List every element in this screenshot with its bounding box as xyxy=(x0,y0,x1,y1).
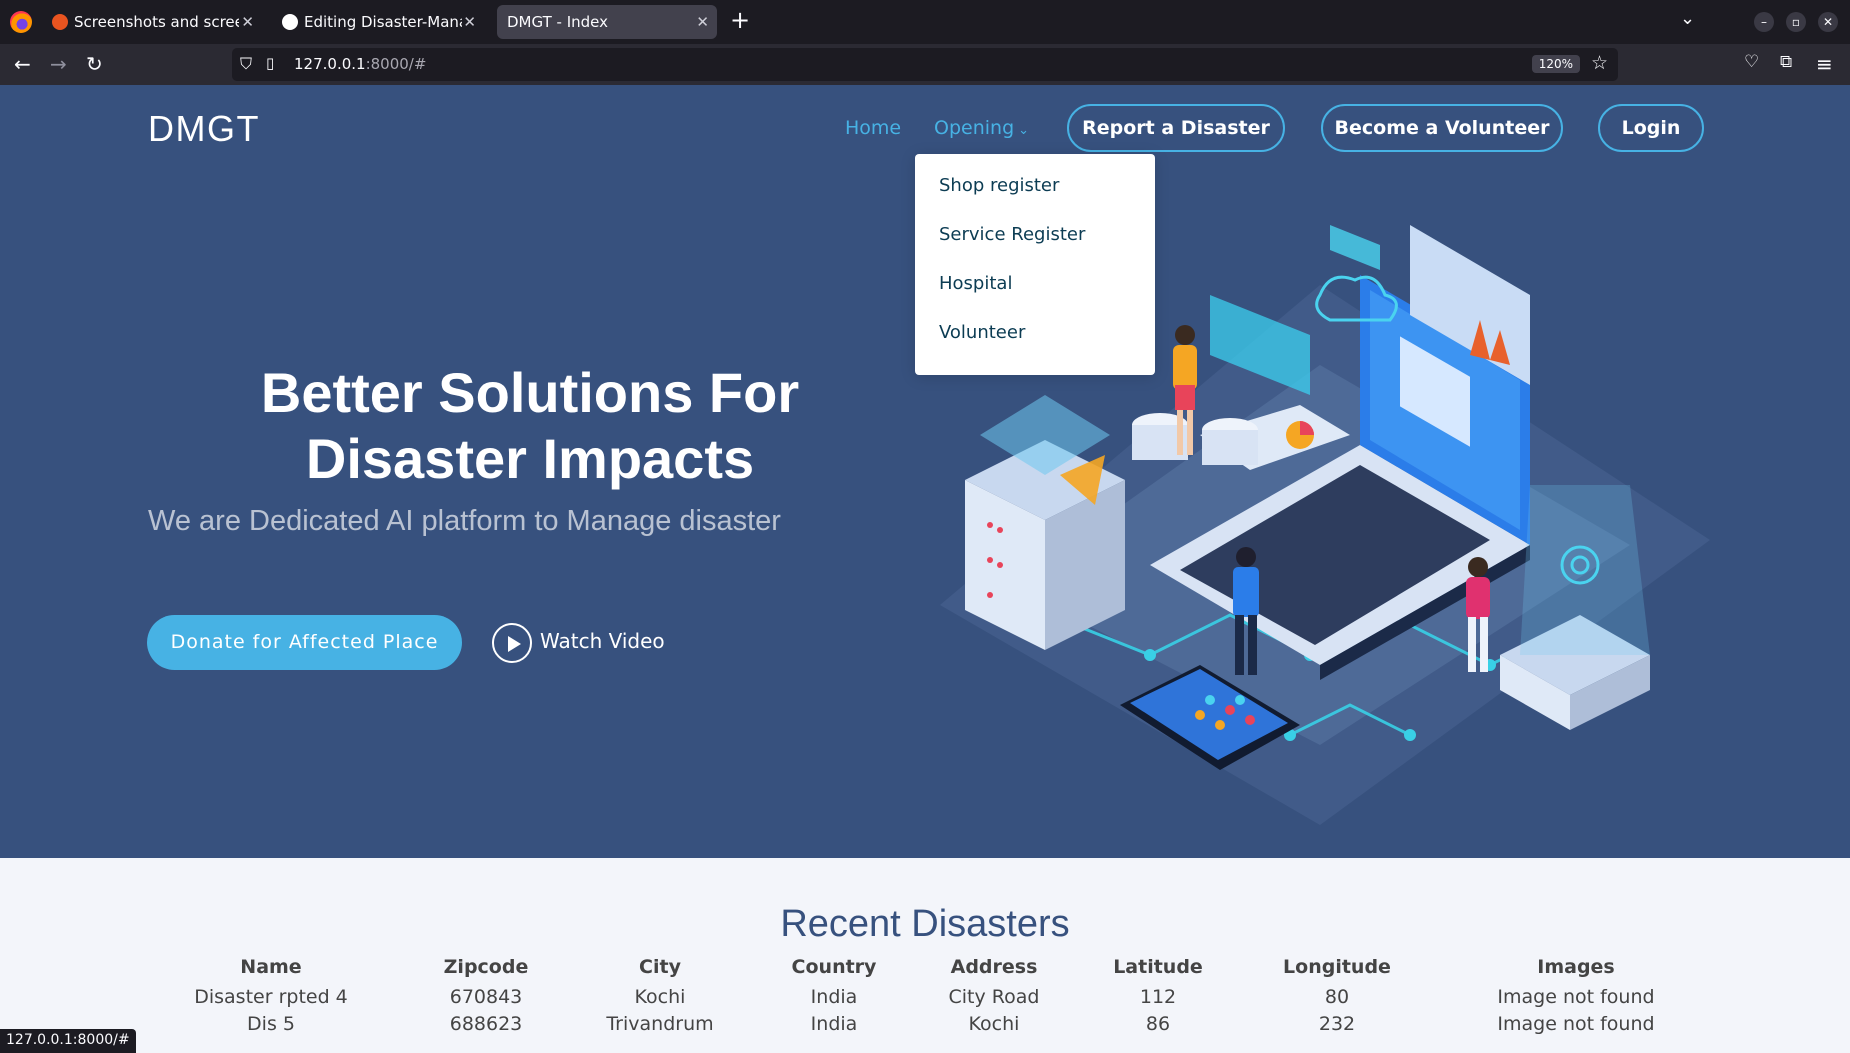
table-cell: 670843 xyxy=(449,986,523,1008)
section-title: Recent Disasters xyxy=(780,903,1070,945)
tab-label: DMGT - Index xyxy=(507,13,608,31)
table-cell: 112 xyxy=(1139,986,1177,1008)
hero-title-line-2: Disaster Impacts xyxy=(305,427,755,490)
table-cell: 232 xyxy=(1318,1013,1356,1035)
donate-button[interactable]: Donate for Affected Place xyxy=(147,615,462,670)
close-tab-icon[interactable]: ✕ xyxy=(463,5,476,39)
column-header-name: Name xyxy=(240,956,302,978)
opening-dropdown-menu: Shop register Service Register Hospital … xyxy=(915,154,1155,375)
close-tab-icon[interactable]: ✕ xyxy=(241,5,254,39)
browser-nav-bar: ← → ↻ ⛉ ▯ 127.0.0.1:8000/# 120% ☆ ♡ ⧉ ≡ xyxy=(0,44,1850,85)
table-cell: City Road xyxy=(948,986,1040,1008)
table-cell: Trivandrum xyxy=(606,1013,714,1035)
tab-label: Editing Disaster-Manager xyxy=(304,13,462,31)
nav-opening-label: Opening xyxy=(934,117,1015,139)
table-cell: Kochi xyxy=(968,1013,1020,1035)
browser-tab-bar: Screenshots and screenc ✕ Editing Disast… xyxy=(0,0,1850,44)
dropdown-item-volunteer[interactable]: Volunteer xyxy=(939,322,1025,343)
watch-video-label: Watch Video xyxy=(540,629,665,653)
table-cell: Dis 5 xyxy=(247,1013,295,1035)
url-path: :8000/# xyxy=(365,55,427,73)
status-bar-url: 127.0.0.1:8000/# xyxy=(0,1029,136,1053)
column-header-images: Images xyxy=(1537,956,1615,978)
restore-icon[interactable]: ▫ xyxy=(1786,12,1806,32)
forward-icon[interactable]: → xyxy=(50,52,67,76)
table-cell: Image not found xyxy=(1497,1013,1655,1035)
login-button[interactable]: Login xyxy=(1598,104,1704,152)
nav-opening-dropdown[interactable]: Opening ⌄ xyxy=(934,117,1029,139)
recent-disasters-section: Recent Disasters Name Zipcode City Count… xyxy=(0,858,1850,1053)
ubuntu-icon xyxy=(52,14,68,30)
hero-section: DMGT Home Opening ⌄ Report a Disaster Bec… xyxy=(0,85,1850,858)
table-cell: Disaster rpted 4 xyxy=(194,986,348,1008)
play-icon xyxy=(492,623,532,663)
chevron-down-icon: ⌄ xyxy=(1018,123,1030,138)
shield-icon[interactable]: ⛉ xyxy=(240,54,252,74)
report-disaster-button[interactable]: Report a Disaster xyxy=(1067,104,1285,152)
tab-label: Screenshots and screenc xyxy=(74,13,239,31)
column-header-address: Address xyxy=(950,956,1038,978)
browser-tab-github[interactable]: Editing Disaster-Manager ✕ xyxy=(272,5,484,39)
column-header-longitude: Longitude xyxy=(1283,956,1391,978)
minimize-icon[interactable]: – xyxy=(1754,12,1774,32)
web-page: DMGT Home Opening ⌄ Report a Disaster Bec… xyxy=(0,85,1850,1053)
browser-tab-dmgt[interactable]: DMGT - Index ✕ xyxy=(497,5,717,39)
column-header-country: Country xyxy=(791,956,877,978)
extensions-icon[interactable]: ⧉ xyxy=(1780,52,1792,72)
browser-tab-screenshots[interactable]: Screenshots and screenc ✕ xyxy=(42,5,262,39)
table-cell: Image not found xyxy=(1497,986,1655,1008)
close-tab-icon[interactable]: ✕ xyxy=(696,5,709,39)
nav-home-link[interactable]: Home xyxy=(845,117,901,139)
back-icon[interactable]: ← xyxy=(14,52,31,76)
url-host: 127.0.0.1 xyxy=(294,55,366,73)
bookmark-star-icon[interactable]: ☆ xyxy=(1591,52,1608,74)
github-icon xyxy=(282,14,298,30)
hero-title-line-1: Better Solutions For xyxy=(260,361,800,424)
dropdown-item-hospital[interactable]: Hospital xyxy=(939,273,1012,294)
reload-icon[interactable]: ↻ xyxy=(86,52,103,76)
menu-icon[interactable]: ≡ xyxy=(1816,52,1833,76)
firefox-icon[interactable] xyxy=(10,11,32,33)
table-cell: India xyxy=(810,986,858,1008)
column-header-zipcode: Zipcode xyxy=(443,956,529,978)
table-cell: India xyxy=(810,1013,858,1035)
new-tab-icon[interactable]: + xyxy=(730,6,750,34)
url-bar[interactable]: ⛉ ▯ 127.0.0.1:8000/# 120% ☆ xyxy=(232,48,1618,81)
table-cell: Kochi xyxy=(634,986,686,1008)
table-cell: 688623 xyxy=(449,1013,523,1035)
hero-title: Better Solutions For Disaster Impacts xyxy=(220,360,840,492)
column-header-latitude: Latitude xyxy=(1113,956,1203,978)
site-logo[interactable]: DMGT xyxy=(148,108,260,150)
hero-subtitle: We are Dedicated AI platform to Manage d… xyxy=(148,505,781,537)
dropdown-item-service-register[interactable]: Service Register xyxy=(939,224,1085,245)
page-icon: ▯ xyxy=(266,54,275,72)
table-cell: 80 xyxy=(1324,986,1350,1008)
table-cell: 86 xyxy=(1145,1013,1171,1035)
tab-list-chevron-icon[interactable]: ⌄ xyxy=(1680,8,1695,29)
become-volunteer-button[interactable]: Become a Volunteer xyxy=(1321,104,1563,152)
column-header-city: City xyxy=(639,956,681,978)
dropdown-item-shop-register[interactable]: Shop register xyxy=(939,175,1059,196)
url-text[interactable]: 127.0.0.1:8000/# xyxy=(294,55,426,73)
zoom-badge[interactable]: 120% xyxy=(1531,55,1580,73)
window-close-icon[interactable]: ✕ xyxy=(1818,12,1838,32)
pocket-icon[interactable]: ♡ xyxy=(1744,52,1759,72)
